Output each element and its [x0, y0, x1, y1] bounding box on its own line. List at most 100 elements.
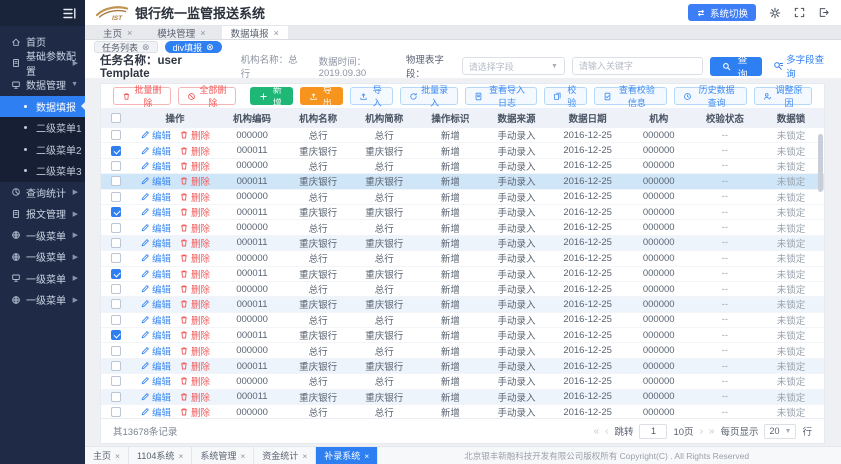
sidebar-item-12[interactable]: 一级菜单▶ [0, 289, 85, 311]
delete-link[interactable]: 删除 [179, 297, 210, 311]
keyword-input[interactable] [572, 57, 703, 75]
delete-link[interactable]: 删除 [179, 221, 210, 235]
edit-link[interactable]: 编辑 [140, 328, 171, 342]
edit-link[interactable]: 编辑 [140, 405, 171, 418]
sidebar-item-7[interactable]: 查询统计▶ [0, 182, 85, 204]
delete-link[interactable]: 删除 [179, 128, 210, 142]
delete-all-button[interactable]: 全部删除 [178, 87, 236, 105]
page-number-input[interactable] [639, 424, 667, 439]
scrollbar-thumb[interactable] [818, 134, 823, 192]
close-circle-icon[interactable]: ⊗ [142, 42, 150, 53]
delete-link[interactable]: 删除 [179, 282, 210, 296]
delete-link[interactable]: 删除 [179, 405, 210, 418]
last-page-icon[interactable]: » [709, 426, 715, 437]
delete-link[interactable]: 删除 [179, 205, 210, 219]
table-row[interactable]: 编辑删除000000总行总行新增手动录入2016-12-25000000--未锁… [101, 282, 824, 297]
settings-gear-icon[interactable] [769, 7, 781, 19]
table-row[interactable]: 编辑删除000000总行总行新增手动录入2016-12-25000000--未锁… [101, 251, 824, 266]
row-checkbox[interactable] [111, 330, 121, 340]
sidebar-item-8[interactable]: 报文管理▶ [0, 203, 85, 225]
edit-link[interactable]: 编辑 [140, 267, 171, 281]
delete-link[interactable]: 删除 [179, 313, 210, 327]
edit-link[interactable]: 编辑 [140, 205, 171, 219]
edit-link[interactable]: 编辑 [140, 174, 171, 188]
bottom-tab-1[interactable]: 1104系统× [129, 447, 192, 464]
edit-link[interactable]: 编辑 [140, 359, 171, 373]
bottom-tab-3[interactable]: 资金统计× [254, 447, 316, 464]
sidebar-item-5[interactable]: 二级菜单2 [0, 139, 85, 161]
sidebar-item-3[interactable]: 数据填报 [0, 96, 85, 118]
delete-link[interactable]: 删除 [179, 344, 210, 358]
table-row[interactable]: 编辑删除000011重庆银行重庆银行新增手动录入2016-12-25000000… [101, 143, 824, 158]
edit-link[interactable]: 编辑 [140, 282, 171, 296]
table-row[interactable]: 编辑删除000011重庆银行重庆银行新增手动录入2016-12-25000000… [101, 267, 824, 282]
row-checkbox[interactable] [111, 376, 121, 386]
delete-link[interactable]: 删除 [179, 267, 210, 281]
edit-link[interactable]: 编辑 [140, 344, 171, 358]
row-checkbox[interactable] [111, 269, 121, 279]
tab-0[interactable]: 主页× [94, 26, 141, 39]
close-icon[interactable]: × [364, 451, 369, 461]
close-icon[interactable]: × [127, 28, 132, 38]
bottom-tab-4[interactable]: 补录系统× [316, 447, 378, 464]
search-button[interactable]: 查询 [710, 57, 762, 76]
row-checkbox[interactable] [111, 361, 121, 371]
row-checkbox[interactable] [111, 299, 121, 309]
tab-1[interactable]: 模块管理× [148, 26, 214, 39]
delete-link[interactable]: 删除 [179, 190, 210, 204]
table-row[interactable]: 编辑删除000011重庆银行重庆银行新增手动录入2016-12-25000000… [101, 328, 824, 343]
delete-link[interactable]: 删除 [179, 144, 210, 158]
close-icon[interactable]: × [274, 28, 279, 38]
row-checkbox[interactable] [111, 223, 121, 233]
sidebar-item-9[interactable]: 一级菜单▶ [0, 225, 85, 247]
close-icon[interactable]: × [178, 451, 183, 461]
close-icon[interactable]: × [240, 451, 245, 461]
row-checkbox[interactable] [111, 161, 121, 171]
table-row[interactable]: 编辑删除000000总行总行新增手动录入2016-12-25000000--未锁… [101, 220, 824, 235]
table-row[interactable]: 编辑删除000000总行总行新增手动录入2016-12-25000000--未锁… [101, 190, 824, 205]
row-checkbox[interactable] [111, 253, 121, 263]
add-button[interactable]: 新增 [250, 87, 293, 105]
table-row[interactable]: 编辑删除000011重庆银行重庆银行新增手动录入2016-12-25000000… [101, 359, 824, 374]
delete-link[interactable]: 删除 [179, 174, 210, 188]
per-page-select[interactable]: 20 ▼ [764, 424, 796, 439]
select-all-checkbox[interactable] [111, 113, 121, 123]
close-icon[interactable]: × [200, 28, 205, 38]
tab-2[interactable]: 数据填报× [222, 26, 288, 39]
table-row[interactable]: 编辑删除000011重庆银行重庆银行新增手动录入2016-12-25000000… [101, 236, 824, 251]
delete-link[interactable]: 删除 [179, 328, 210, 342]
table-row[interactable]: 编辑删除000011重庆银行重庆银行新增手动录入2016-12-25000000… [101, 205, 824, 220]
edit-link[interactable]: 编辑 [140, 251, 171, 265]
delete-link[interactable]: 删除 [179, 374, 210, 388]
table-row[interactable]: 编辑删除000000总行总行新增手动录入2016-12-25000000--未锁… [101, 405, 824, 418]
table-row[interactable]: 编辑删除000011重庆银行重庆银行新增手动录入2016-12-25000000… [101, 390, 824, 405]
edit-link[interactable]: 编辑 [140, 297, 171, 311]
multi-field-search-link[interactable]: 多字段查询 [773, 52, 825, 80]
row-checkbox[interactable] [111, 192, 121, 202]
edit-link[interactable]: 编辑 [140, 159, 171, 173]
edit-link[interactable]: 编辑 [140, 190, 171, 204]
edit-link[interactable]: 编辑 [140, 144, 171, 158]
row-checkbox[interactable] [111, 407, 121, 417]
row-checkbox[interactable] [111, 315, 121, 325]
table-row[interactable]: 编辑删除000000总行总行新增手动录入2016-12-25000000--未锁… [101, 159, 824, 174]
sidebar-item-6[interactable]: 二级菜单3 [0, 160, 85, 182]
table-row[interactable]: 编辑删除000000总行总行新增手动录入2016-12-25000000--未锁… [101, 313, 824, 328]
bottom-tab-0[interactable]: 主页× [85, 447, 129, 464]
batch-entry-button[interactable]: 批量录入 [400, 87, 458, 105]
delete-link[interactable]: 删除 [179, 251, 210, 265]
first-page-icon[interactable]: « [594, 426, 600, 437]
collapse-menu-icon[interactable] [63, 8, 76, 19]
adjust-reason-button[interactable]: 调整原因 [754, 87, 812, 105]
view-import-log-button[interactable]: 查看导入日志 [465, 87, 538, 105]
history-query-button[interactable]: 历史数据查询 [674, 87, 747, 105]
import-button[interactable]: 导入 [350, 87, 393, 105]
edit-link[interactable]: 编辑 [140, 236, 171, 250]
row-checkbox[interactable] [111, 284, 121, 294]
edit-link[interactable]: 编辑 [140, 313, 171, 327]
table-row[interactable]: 编辑删除000011重庆银行重庆银行新增手动录入2016-12-25000000… [101, 174, 824, 189]
row-checkbox[interactable] [111, 346, 121, 356]
row-checkbox[interactable] [111, 207, 121, 217]
row-checkbox[interactable] [111, 176, 121, 186]
row-checkbox[interactable] [111, 392, 121, 402]
